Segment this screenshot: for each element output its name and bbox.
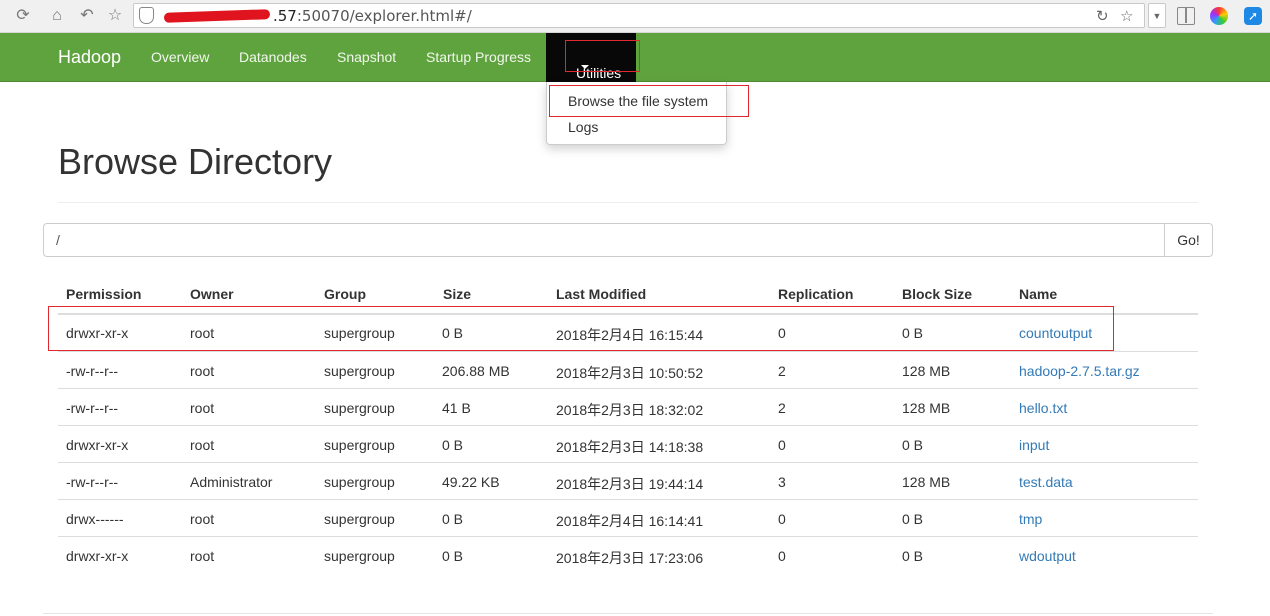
cell-block-size: 0 B	[902, 548, 924, 564]
cell-owner: root	[190, 511, 215, 527]
shield-icon	[139, 7, 154, 24]
cell-size: 49.22 KB	[442, 474, 500, 490]
table-row: drwxr-xr-x root supergroup 0 B 2018年2月3日…	[58, 537, 1198, 574]
cell-block-size: 128 MB	[902, 474, 951, 490]
cell-size: 0 B	[442, 548, 464, 564]
file-link[interactable]: hadoop-2.7.5.tar.gz	[1019, 363, 1140, 379]
nav-startup-progress[interactable]: Startup Progress	[426, 49, 531, 65]
highlight-box-browse	[549, 85, 749, 117]
cell-modified: 2018年2月3日 17:23:06	[556, 550, 704, 566]
cell-block-size: 0 B	[902, 511, 924, 527]
cell-permission: -rw-r--r--	[66, 363, 119, 379]
cell-group: supergroup	[324, 437, 395, 453]
compat-icon[interactable]: ↻	[1096, 7, 1109, 25]
brand[interactable]: Hadoop	[58, 47, 121, 68]
cell-modified: 2018年2月3日 14:18:38	[556, 439, 704, 455]
table-row: -rw-r--r-- root supergroup 41 B 2018年2月3…	[58, 389, 1198, 426]
file-link[interactable]: input	[1019, 437, 1049, 453]
cell-modified: 2018年2月3日 10:50:52	[556, 365, 704, 381]
table-row: drwxr-xr-x root supergroup 0 B 2018年2月3日…	[58, 426, 1198, 463]
nav-snapshot[interactable]: Snapshot	[337, 49, 396, 65]
table-row: -rw-r--r-- Administrator supergroup 49.2…	[58, 463, 1198, 500]
page-title: Browse Directory	[58, 141, 333, 182]
cell-replication: 2	[778, 400, 786, 416]
cell-permission: -rw-r--r--	[66, 474, 119, 490]
cell-permission: drwxr-xr-x	[66, 548, 129, 564]
file-link[interactable]: tmp	[1019, 511, 1042, 527]
browser-toolbar: ⟳ ⌂ ↶ ☆ .57:50070/explorer.html#/ ↻ ☆ ▼ …	[0, 0, 1270, 33]
extension-icon[interactable]: ➚	[1244, 7, 1262, 25]
column-header-group[interactable]: Group	[324, 286, 366, 302]
column-header-size[interactable]: Size	[443, 286, 471, 302]
back-icon[interactable]: ↶	[76, 5, 98, 27]
cell-replication: 3	[778, 474, 786, 490]
column-header-last-modified[interactable]: Last Modified	[556, 286, 646, 302]
table-row: -rw-r--r-- root supergroup 206.88 MB 201…	[58, 352, 1198, 389]
cell-permission: drwxr-xr-x	[66, 437, 129, 453]
nav-overview[interactable]: Overview	[151, 49, 209, 65]
cell-group: supergroup	[324, 363, 395, 379]
file-link[interactable]: test.data	[1019, 474, 1073, 490]
cell-replication: 0	[778, 511, 786, 527]
apps-icon[interactable]	[1177, 7, 1195, 25]
cell-owner: root	[190, 548, 215, 564]
menu-item-logs[interactable]: Logs	[568, 119, 598, 135]
cell-size: 41 B	[442, 400, 471, 416]
redaction-scribble	[163, 9, 271, 23]
cell-modified: 2018年2月4日 16:14:41	[556, 513, 704, 529]
photos-icon[interactable]	[1210, 7, 1228, 25]
bookmark-star-icon[interactable]: ☆	[1120, 7, 1133, 25]
cell-replication: 2	[778, 363, 786, 379]
dropdown-icon[interactable]: ▼	[1148, 3, 1166, 28]
url-text: .57:50070/explorer.html#/	[273, 7, 472, 25]
highlight-box-row	[48, 306, 1114, 351]
cell-block-size: 128 MB	[902, 363, 951, 379]
cell-owner: root	[190, 363, 215, 379]
address-bar[interactable]: .57:50070/explorer.html#/ ↻ ☆	[133, 3, 1145, 28]
cell-permission: -rw-r--r--	[66, 400, 119, 416]
column-header-owner[interactable]: Owner	[190, 286, 234, 302]
column-header-replication[interactable]: Replication	[778, 286, 853, 302]
cell-size: 0 B	[442, 511, 464, 527]
cell-modified: 2018年2月3日 19:44:14	[556, 476, 704, 492]
path-input[interactable]	[43, 223, 1165, 257]
cell-owner: root	[190, 400, 215, 416]
column-header-block-size[interactable]: Block Size	[902, 286, 972, 302]
cell-size: 0 B	[442, 437, 464, 453]
cell-owner: Administrator	[190, 474, 273, 490]
nav-datanodes[interactable]: Datanodes	[239, 49, 307, 65]
column-header-name[interactable]: Name	[1019, 286, 1057, 302]
column-header-permission[interactable]: Permission	[66, 286, 141, 302]
cell-modified: 2018年2月3日 18:32:02	[556, 402, 704, 418]
cell-owner: root	[190, 437, 215, 453]
reload-icon[interactable]: ⟳	[12, 5, 34, 27]
cell-group: supergroup	[324, 400, 395, 416]
cell-block-size: 0 B	[902, 437, 924, 453]
cell-size: 206.88 MB	[442, 363, 510, 379]
home-icon[interactable]: ⌂	[46, 5, 68, 27]
file-link[interactable]: wdoutput	[1019, 548, 1076, 564]
title-divider	[58, 202, 1198, 203]
file-link[interactable]: hello.txt	[1019, 400, 1067, 416]
table-row: drwx------ root supergroup 0 B 2018年2月4日…	[58, 500, 1198, 537]
cell-block-size: 128 MB	[902, 400, 951, 416]
footer-divider	[43, 613, 1213, 614]
cell-permission: drwx------	[66, 511, 124, 527]
cell-group: supergroup	[324, 548, 395, 564]
cell-group: supergroup	[324, 474, 395, 490]
go-button[interactable]: Go!	[1164, 223, 1213, 257]
cell-replication: 0	[778, 548, 786, 564]
highlight-box-utilities	[565, 40, 640, 72]
cell-replication: 0	[778, 437, 786, 453]
cell-group: supergroup	[324, 511, 395, 527]
star-icon[interactable]: ☆	[104, 5, 126, 27]
